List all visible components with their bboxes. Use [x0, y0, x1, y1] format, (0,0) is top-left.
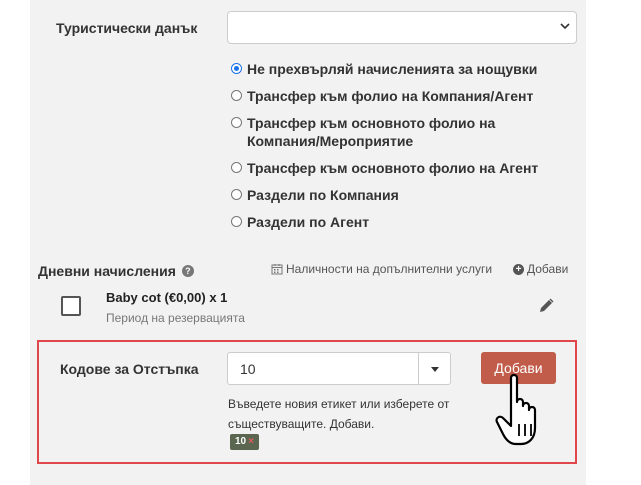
- daily-charges-title: Дневни начисления ?: [38, 263, 194, 279]
- discount-codes-label: Кодове за Отстъпка: [60, 361, 199, 377]
- radio-label: Не прехвърляй начисленията за нощувки: [247, 61, 538, 77]
- add-daily-charge-link[interactable]: + Добави: [513, 262, 568, 276]
- radio-button[interactable]: [231, 216, 242, 227]
- discount-code-combobox[interactable]: 10: [227, 352, 451, 385]
- discount-code-input[interactable]: 10: [240, 361, 256, 377]
- charge-item-period: Период на резервацията: [106, 311, 245, 325]
- radio-button[interactable]: [231, 90, 242, 101]
- radio-button[interactable]: [231, 189, 242, 200]
- radio-label: Раздели по Агент: [247, 214, 370, 230]
- tourist-tax-label: Туристически данък: [56, 20, 198, 36]
- calendar-icon: [271, 264, 283, 275]
- availability-link[interactable]: Наличности на допълнителни услуги: [271, 262, 492, 276]
- availability-link-label: Наличности на допълнителни услуги: [286, 262, 493, 276]
- radio-label: Трансфер към фолио на Компания/Агент: [247, 88, 534, 104]
- transfer-options-group: Не прехвърляй начисленията за нощувки Тр…: [231, 60, 561, 240]
- radio-button[interactable]: [231, 117, 242, 128]
- remove-tag-icon[interactable]: ×: [248, 436, 254, 447]
- radio-label: Раздели по Компания: [247, 187, 399, 203]
- radio-no-transfer[interactable]: Не прехвърляй начисленията за нощувки: [231, 60, 561, 78]
- combobox-divider: [418, 353, 419, 384]
- charge-item-name: Baby cot (€0,00) x 1: [106, 290, 228, 305]
- radio-transfer-main-company-event[interactable]: Трансфер към основното фолио на Компания…: [231, 114, 561, 150]
- radio-button[interactable]: [231, 162, 242, 173]
- radio-transfer-main-agent[interactable]: Трансфер към основното фолио на Агент: [231, 159, 561, 177]
- help-icon[interactable]: ?: [181, 265, 194, 277]
- caret-down-icon[interactable]: [431, 367, 439, 372]
- radio-button[interactable]: [231, 63, 242, 74]
- pencil-icon[interactable]: [537, 297, 555, 315]
- radio-split-agent[interactable]: Раздели по Агент: [231, 213, 561, 231]
- radio-label: Трансфер към основното фолио на Агент: [247, 160, 539, 176]
- item-checkbox[interactable]: [61, 296, 81, 316]
- plus-circle-icon: +: [513, 263, 524, 275]
- radio-split-company[interactable]: Раздели по Компания: [231, 186, 561, 204]
- daily-charges-title-text: Дневни начисления: [38, 263, 176, 279]
- radio-label: Трансфер към основното фолио на Компания…: [247, 115, 496, 149]
- hand-cursor-icon: [495, 373, 537, 446]
- discount-tag-text: 10: [235, 436, 247, 447]
- add-link-label: Добави: [527, 262, 569, 276]
- tourist-tax-select[interactable]: [227, 11, 577, 44]
- discount-hint-text: Въведете новия етикет или изберете от съ…: [228, 397, 450, 431]
- discount-tag: 10 ×: [230, 434, 259, 450]
- radio-transfer-company-agent[interactable]: Трансфер към фолио на Компания/Агент: [231, 87, 561, 105]
- chevron-down-icon: [560, 23, 570, 30]
